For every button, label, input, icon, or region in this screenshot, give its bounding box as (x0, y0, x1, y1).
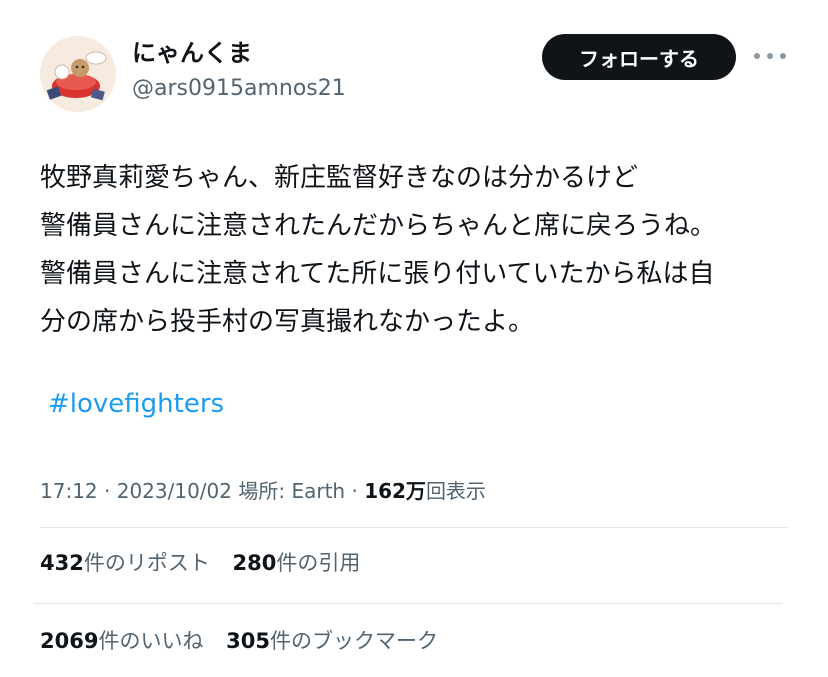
avatar[interactable] (40, 36, 116, 112)
tweet-time[interactable]: 17:12 (40, 479, 98, 503)
reposts-label: 件のリポスト (83, 551, 210, 575)
quotes-count: 280 (232, 551, 277, 575)
likes-label: 件のいいね (98, 629, 204, 653)
meta-separator: · (104, 479, 111, 503)
views-label: 回表示 (425, 479, 486, 503)
location-value: Earth (291, 479, 346, 503)
hashtag-link[interactable]: #lovefighters (48, 384, 224, 424)
divider (34, 603, 782, 604)
bookmarks-stat[interactable]: 305件のブックマーク (226, 629, 438, 653)
quotes-label: 件の引用 (276, 551, 361, 575)
follow-button[interactable]: フォローする (542, 34, 736, 80)
tweet-date[interactable]: 2023/10/02 (117, 479, 232, 503)
meta-separator: · (351, 479, 358, 503)
stats-row-engagement: 432件のリポスト 280件の引用 (40, 548, 376, 578)
views-count: 162万 (364, 479, 426, 503)
divider (40, 527, 788, 528)
bookmarks-label: 件のブックマーク (269, 629, 438, 653)
stats-row-saves: 2069件のいいね 305件のブックマーク (40, 626, 454, 656)
quotes-stat[interactable]: 280件の引用 (233, 551, 361, 575)
reposts-count: 432 (40, 551, 84, 575)
display-name[interactable]: にゃんくま (132, 38, 252, 68)
reposts-stat[interactable]: 432件のリポスト (40, 551, 210, 575)
likes-stat[interactable]: 2069件のいいね (40, 629, 203, 653)
user-handle[interactable]: @ars0915amnos21 (132, 75, 346, 103)
bookmarks-count: 305 (226, 629, 270, 653)
tweet-text-line: 警備員さんに注意されてた所に張り付いていたから私は自 (40, 259, 715, 289)
tweet-text: 牧野真莉愛ちゃん、新庄監督好きなのは分かるけど 警備員さんに注意されたんだからち… (40, 154, 800, 346)
tweet-text-line: 警備員さんに注意されたんだからちゃんと席に戻ろうね。 (40, 211, 717, 241)
tweet-meta: 17:12 · 2023/10/02 場所: Earth · 162万回表示 (40, 476, 486, 506)
tweet-text-line: 分の席から投手村の写真撮れなかったよ。 (40, 307, 535, 337)
tweet-text-line: 牧野真莉愛ちゃん、新庄監督好きなのは分かるけど (40, 163, 639, 193)
location-label: 場所: (238, 479, 286, 503)
likes-count: 2069 (40, 629, 99, 653)
avatar-image (40, 36, 116, 112)
more-options-icon[interactable] (754, 46, 786, 66)
